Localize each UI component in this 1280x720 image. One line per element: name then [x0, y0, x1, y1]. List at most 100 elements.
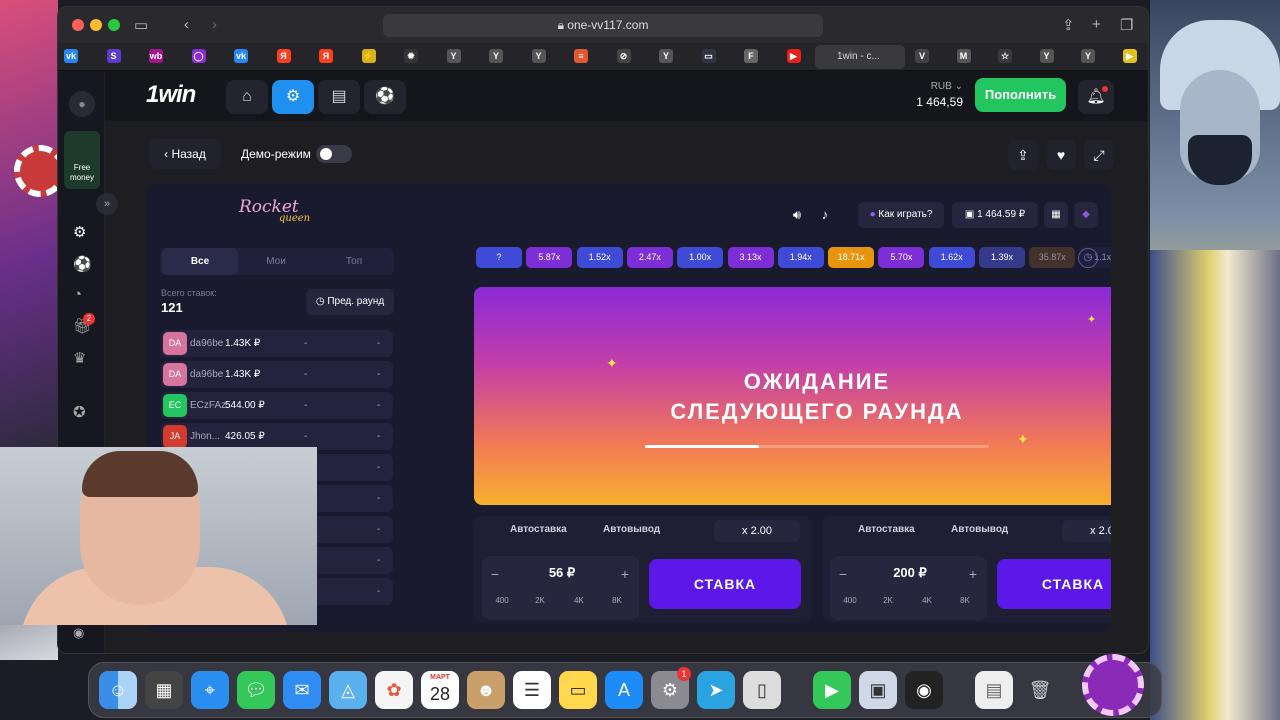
system-settings-icon[interactable]: ⚙ 1 [651, 667, 691, 709]
contacts-icon[interactable]: ☻ [467, 671, 505, 709]
book-icon[interactable]: ≡ [574, 49, 588, 63]
app-store-icon[interactable]: A [605, 671, 643, 709]
auto-cashout-tab[interactable]: Автовывод [951, 524, 1008, 535]
how-to-play-button[interactable]: ● Как играть? [858, 202, 944, 228]
yandex-icon[interactable]: Я [276, 49, 291, 63]
chat-nav-icon[interactable]: ◉ [73, 625, 84, 641]
launchpad-icon[interactable]: ▦ [145, 671, 183, 709]
star-icon[interactable]: ☆ [998, 49, 1012, 63]
crown-nav-icon[interactable]: ♛ [73, 349, 86, 367]
sound-button[interactable]: 🔊︎ [786, 202, 808, 228]
quick-stake-4k[interactable]: 4K [565, 596, 593, 605]
filter-mine[interactable]: Мои [238, 248, 314, 275]
close-window-button[interactable] [72, 19, 84, 31]
cashout-multiplier[interactable]: x 2.00 [1062, 520, 1111, 542]
trash-icon[interactable]: 🗑︎ [1021, 671, 1059, 709]
history-clock-icon[interactable]: ◷ [1078, 248, 1098, 268]
music-button[interactable]: ♪ [814, 202, 836, 228]
preview-icon[interactable]: ▣ [859, 671, 897, 709]
photos-icon[interactable]: ✿ [375, 671, 413, 709]
quick-stake-2k[interactable]: 2K [874, 596, 902, 605]
y2-icon[interactable]: Y [489, 49, 503, 63]
demo-mode-toggle[interactable] [316, 145, 352, 163]
messages-icon[interactable]: 💬︎ [237, 671, 275, 709]
place-bet-button[interactable]: СТАВКА [997, 559, 1111, 609]
tab-overview-icon[interactable]: ❐ [1120, 16, 1133, 34]
obs-icon[interactable]: ◉ [905, 671, 943, 709]
safari-icon[interactable]: ⌖ [191, 671, 229, 709]
share-game-button[interactable]: ⇪ [1008, 140, 1038, 170]
bolt-icon[interactable]: ⚡ [361, 49, 376, 63]
currency-selector[interactable]: RUB ⌄ [903, 81, 963, 92]
decrease-stake-button[interactable]: − [834, 566, 852, 582]
deposit-button[interactable]: Пополнить [975, 78, 1066, 112]
maps-icon[interactable]: ◬ [329, 671, 367, 709]
vk-icon[interactable]: vk [64, 49, 78, 63]
filter-all[interactable]: Все [162, 248, 238, 275]
stake-input[interactable]: − 56 ₽ + 400 2K 4K 8K [482, 556, 639, 620]
calendar-icon[interactable]: МАРТ 28 [421, 671, 459, 709]
mail-icon[interactable]: ✉ [283, 671, 321, 709]
favorite-button[interactable]: ♥ [1046, 140, 1076, 170]
reminders-icon[interactable]: ☰ [513, 671, 551, 709]
place-bet-button[interactable]: СТАВКА [649, 559, 801, 609]
support-nav-icon[interactable]: ✪ [73, 403, 86, 421]
y6-icon[interactable]: Y [1081, 49, 1095, 63]
share-icon[interactable]: ⇪ [1062, 16, 1075, 34]
gift-nav-icon[interactable]: 🎁︎ 2 [73, 313, 95, 335]
quick-stake-8k[interactable]: 8K [951, 596, 979, 605]
filter-top[interactable]: Топ [316, 248, 392, 275]
sidebar-toggle-icon[interactable]: ▭ [134, 16, 148, 34]
y4-icon[interactable]: Y [659, 49, 673, 63]
increase-stake-button[interactable]: + [964, 566, 982, 582]
sports-nav-icon[interactable]: ⚽ [73, 255, 92, 273]
play-yellow-icon[interactable]: ▶ [1122, 49, 1137, 63]
active-tab[interactable]: 1win - c... [815, 45, 905, 69]
f-icon[interactable]: F [744, 49, 758, 63]
quick-stake-2k[interactable]: 2K [526, 596, 554, 605]
live-casino-nav-button[interactable]: ▤ [318, 80, 360, 114]
casino-nav-icon[interactable]: ⚙ [73, 223, 86, 241]
auto-cashout-tab[interactable]: Автовывод [603, 524, 660, 535]
finder-icon[interactable]: ☺ [99, 671, 137, 709]
quick-stake-400[interactable]: 400 [836, 596, 864, 605]
previous-round-button[interactable]: ◷ Пред. раунд [306, 289, 394, 315]
new-tab-icon[interactable]: + [1092, 16, 1101, 33]
decrease-stake-button[interactable]: − [486, 566, 504, 582]
increase-stake-button[interactable]: + [616, 566, 634, 582]
stake-input[interactable]: − 200 ₽ + 400 2K 4K 8K [830, 556, 987, 620]
address-bar[interactable]: 🔒︎ one-vv117.com [383, 14, 823, 37]
ring-icon[interactable]: ◯ [191, 49, 206, 63]
yandex2-icon[interactable]: Я [319, 49, 333, 63]
menu-grid-button[interactable]: ▦ [1044, 202, 1068, 228]
wb-icon[interactable]: wb [149, 49, 163, 63]
youtube-icon[interactable]: ▶ [786, 49, 801, 63]
back-arrow-icon[interactable]: ‹ [184, 16, 189, 33]
notifications-button[interactable]: 🔔︎ [1078, 80, 1114, 114]
free-money-promo[interactable]: Free money [64, 131, 100, 189]
sun-icon[interactable]: ✹ [404, 49, 418, 63]
balance-widget[interactable]: RUB ⌄ 1 464,59 [903, 81, 963, 109]
back-button[interactable]: ‹ Назад [149, 139, 221, 169]
quick-stake-4k[interactable]: 4K [913, 596, 941, 605]
compass-icon[interactable]: ⊘ [616, 49, 631, 63]
fullscreen-button[interactable]: ⤢ [1084, 140, 1114, 170]
chat-button[interactable]: ◆ [1074, 202, 1098, 228]
auto-bet-tab[interactable]: Автоставка [858, 524, 915, 535]
y5-icon[interactable]: Y [1039, 49, 1054, 63]
expand-nav-icon[interactable]: » [96, 193, 118, 215]
quick-stake-400[interactable]: 400 [488, 596, 516, 605]
cashout-multiplier[interactable]: x 2.00 [714, 520, 800, 542]
minimize-window-button[interactable] [90, 19, 102, 31]
pdf-document-icon[interactable]: ▤ [975, 671, 1013, 709]
sports-nav-button[interactable]: ⚽ [364, 80, 406, 114]
forward-arrow-icon[interactable]: › [212, 16, 217, 33]
casino-nav-button[interactable]: ⚙ [272, 80, 314, 114]
quick-stake-8k[interactable]: 8K [603, 596, 631, 605]
y3-icon[interactable]: Y [531, 49, 546, 63]
site-logo[interactable]: 1win [146, 81, 196, 109]
y-icon[interactable]: Y [446, 49, 461, 63]
facetime-icon[interactable]: ▶ [813, 671, 851, 709]
zoom-window-button[interactable] [108, 19, 120, 31]
profile-icon[interactable]: ● [69, 91, 95, 117]
